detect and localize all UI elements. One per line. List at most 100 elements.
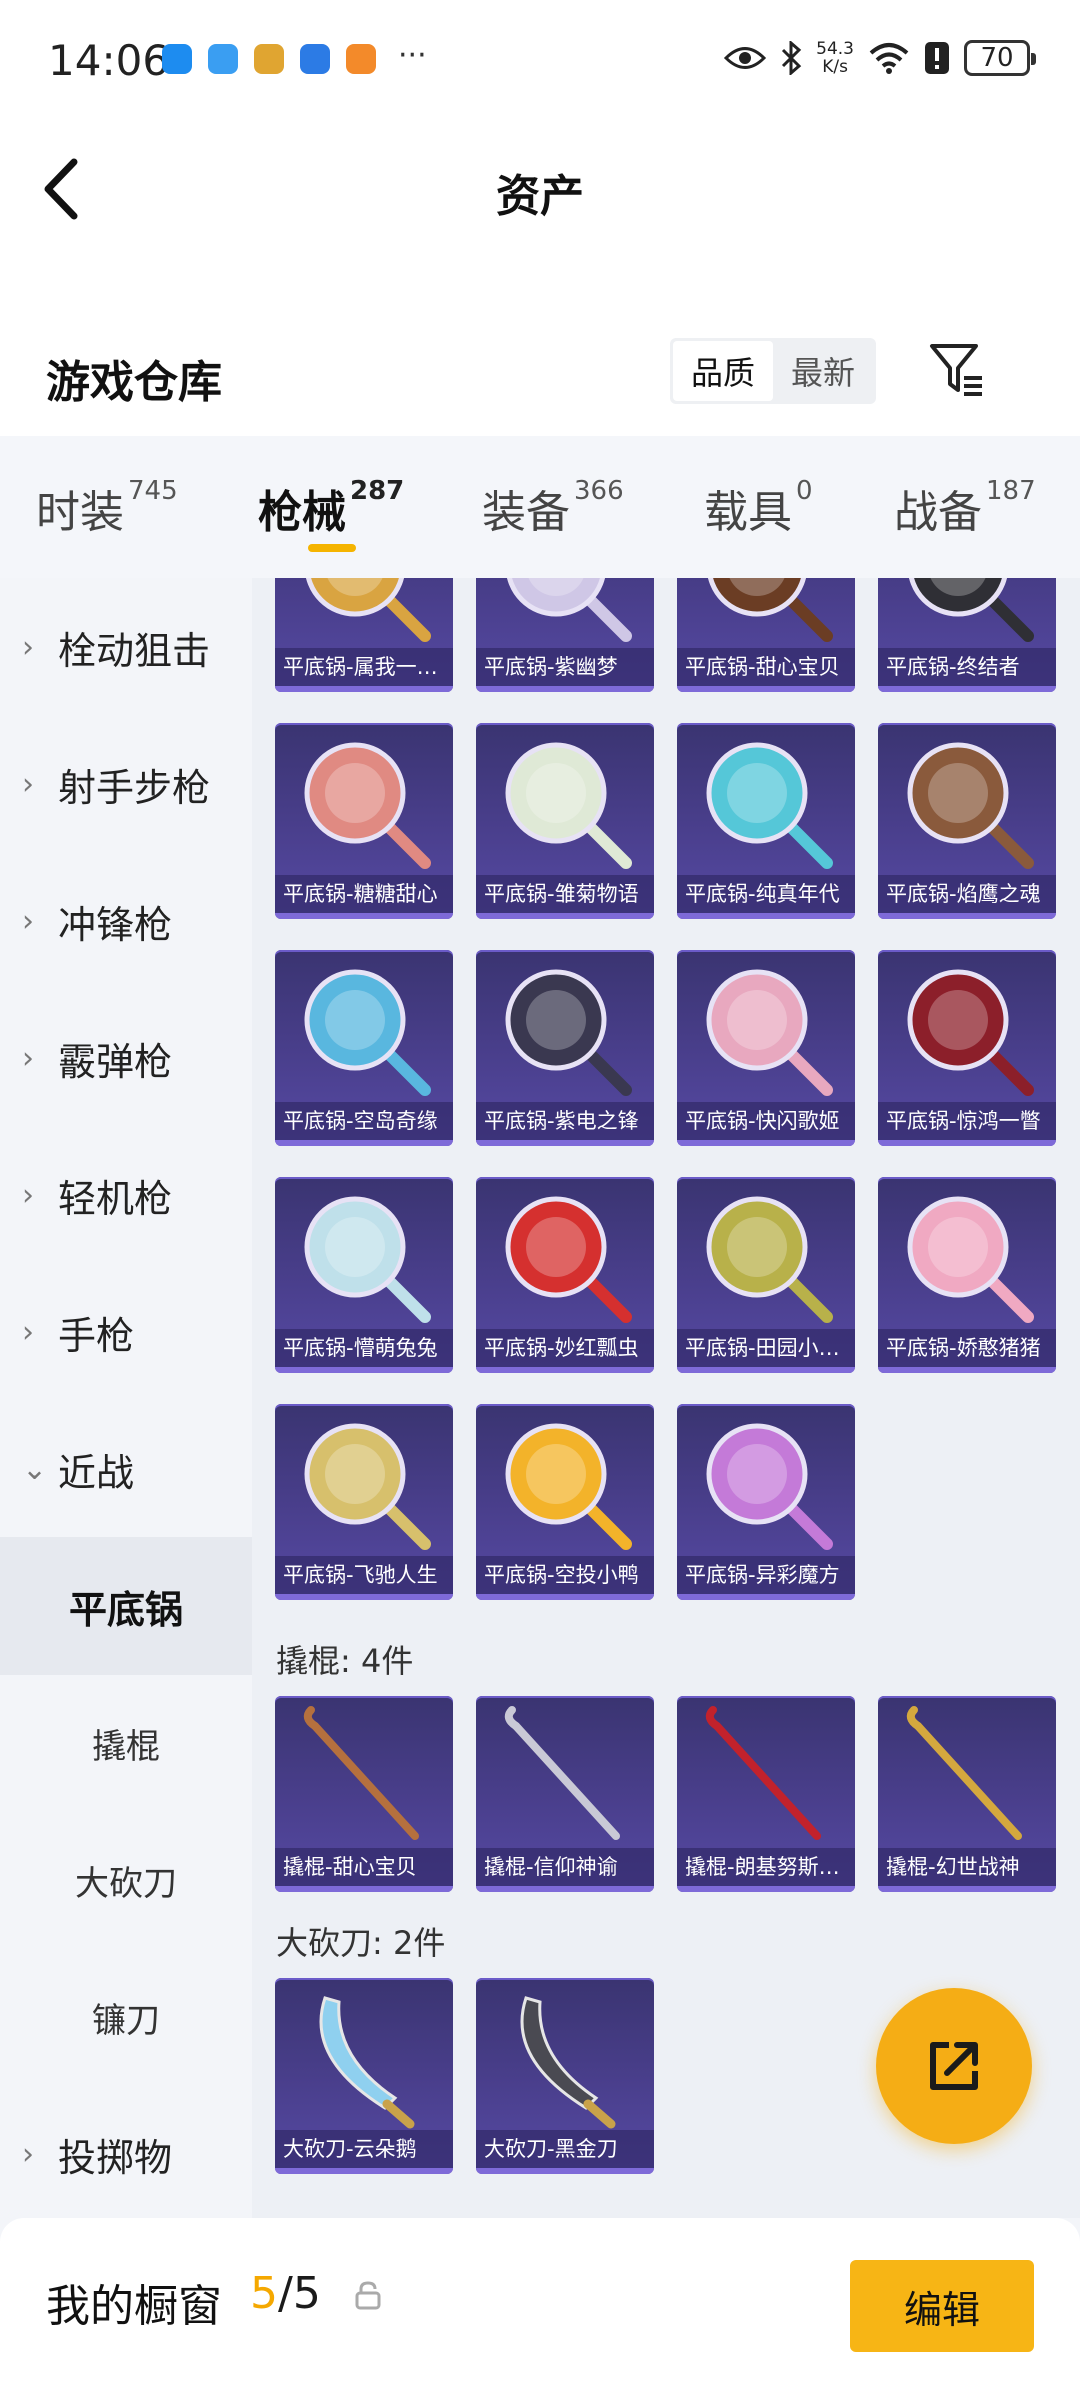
chevron-right-icon: › bbox=[22, 1177, 34, 1213]
item-card[interactable]: 平底锅-雏菊物语 bbox=[476, 723, 654, 919]
frying-pan-icon bbox=[706, 969, 833, 1096]
item-card[interactable]: 平底锅-糖糖甜心 bbox=[275, 723, 453, 919]
item-card-label: 平底锅-娇憨猪猪 bbox=[878, 1329, 1056, 1367]
item-card[interactable]: 撬棍-甜心宝贝 bbox=[275, 1696, 453, 1892]
frying-pan-icon bbox=[907, 742, 1034, 869]
item-card[interactable]: 平底锅-娇憨猪猪 bbox=[878, 1177, 1056, 1373]
sidebar-item-throwables[interactable]: › 投掷物 bbox=[0, 2085, 252, 2218]
item-card[interactable]: 平底锅-纯真年代 bbox=[677, 723, 855, 919]
item-card[interactable]: 平底锅-妙红瓢虫 bbox=[476, 1177, 654, 1373]
tab-vehicles[interactable]: 载具 0 bbox=[704, 476, 813, 540]
tab-supplies[interactable]: 战备 187 bbox=[894, 476, 1036, 540]
frying-pan-icon bbox=[908, 578, 1034, 642]
item-card[interactable]: 平底锅-终结者 bbox=[878, 578, 1056, 692]
filter-icon[interactable] bbox=[928, 340, 988, 400]
item-card-label: 撬棍-朗基努斯之枪 bbox=[677, 1848, 855, 1886]
frying-pan-icon bbox=[706, 1196, 833, 1323]
status-right: 54.3 K/s 70 bbox=[724, 40, 1036, 76]
item-card[interactable]: 平底锅-惊鸿一瞥 bbox=[878, 950, 1056, 1146]
item-card[interactable]: 撬棍-信仰神谕 bbox=[476, 1696, 654, 1892]
crowbar-icon bbox=[303, 1706, 419, 1840]
sidebar-item-smg[interactable]: › 冲锋枪 bbox=[0, 852, 252, 990]
item-card-label: 大砍刀-黑金刀 bbox=[476, 2130, 654, 2168]
item-card[interactable]: 平底锅-空岛奇缘 bbox=[275, 950, 453, 1146]
chevron-right-icon: › bbox=[22, 629, 34, 665]
item-card[interactable]: 撬棍-幻世战神 bbox=[878, 1696, 1056, 1892]
item-card[interactable]: 平底锅-空投小鸭 bbox=[476, 1404, 654, 1600]
bluetooth-app-icon bbox=[300, 44, 330, 74]
frying-pan-icon bbox=[706, 1423, 833, 1550]
weapon-category-sidebar: › 栓动狙击 › 射手步枪 › 冲锋枪 › 霰弹枪 › 轻机枪 › 手枪 ⌄ 近战 平底锅 撬… bbox=[0, 578, 252, 2218]
category-tabs: 时装 745 枪械 287 装备 366 载具 0 战备 187 bbox=[0, 436, 1080, 578]
item-card-label: 撬棍-信仰神谕 bbox=[476, 1848, 654, 1886]
item-card[interactable]: 平底锅-田园小雏菊 bbox=[677, 1177, 855, 1373]
frying-pan-icon bbox=[907, 969, 1034, 1096]
sort-quality-button[interactable]: 品质 bbox=[673, 341, 773, 401]
alert-icon bbox=[925, 42, 949, 74]
frying-pan-icon bbox=[505, 1196, 632, 1323]
tab-guns[interactable]: 枪械 287 bbox=[258, 476, 404, 540]
sidebar-sub-crowbar[interactable]: 撬棍 bbox=[0, 1674, 252, 1812]
battery-indicator: 70 bbox=[964, 40, 1036, 76]
tab-fashion[interactable]: 时装 745 bbox=[36, 476, 178, 540]
sidebar-item-marksman-rifle[interactable]: › 射手步枪 bbox=[0, 715, 252, 853]
frying-pan-icon bbox=[505, 1423, 632, 1550]
frying-pan-icon bbox=[505, 969, 632, 1096]
sidebar-sub-pan[interactable]: 平底锅 bbox=[0, 1537, 252, 1675]
sidebar-item-bolt-sniper[interactable]: › 栓动狙击 bbox=[0, 578, 252, 716]
sidebar-item-pistol[interactable]: › 手枪 bbox=[0, 1263, 252, 1401]
page-title: 资产 bbox=[496, 171, 584, 222]
item-card[interactable]: 平底锅-异彩魔方 bbox=[677, 1404, 855, 1600]
item-card-label: 平底锅-异彩魔方 bbox=[677, 1556, 855, 1594]
item-card[interactable]: 平底锅-属我一枝花 bbox=[275, 578, 453, 692]
item-card[interactable]: 平底锅-懵萌兔兔 bbox=[275, 1177, 453, 1373]
item-card-label: 平底锅-紫电之锋 bbox=[476, 1102, 654, 1140]
warehouse-title: 游戏仓库 bbox=[46, 357, 222, 408]
item-card-label: 平底锅-糖糖甜心 bbox=[275, 875, 453, 913]
item-card[interactable]: 平底锅-甜心宝贝 bbox=[677, 578, 855, 692]
chevron-right-icon: › bbox=[22, 2136, 34, 2172]
sidebar-sub-sickle[interactable]: 镰刀 bbox=[0, 1948, 252, 2086]
sort-newest-button[interactable]: 最新 bbox=[773, 341, 873, 401]
frying-pan-icon bbox=[907, 1196, 1034, 1323]
frying-pan-icon bbox=[706, 742, 833, 869]
item-card[interactable]: 平底锅-飞驰人生 bbox=[275, 1404, 453, 1600]
item-card-label: 平底锅-属我一枝花 bbox=[275, 648, 453, 686]
item-card[interactable]: 大砍刀-黑金刀 bbox=[476, 1978, 654, 2174]
item-card-label: 平底锅-妙红瓢虫 bbox=[476, 1329, 654, 1367]
chevron-right-icon: › bbox=[22, 1314, 34, 1350]
sidebar-sub-machete[interactable]: 大砍刀 bbox=[0, 1811, 252, 1949]
sidebar-item-melee[interactable]: ⌄ 近战 bbox=[0, 1400, 252, 1538]
item-card-label: 平底锅-纯真年代 bbox=[677, 875, 855, 913]
edit-button[interactable]: 编辑 bbox=[850, 2260, 1034, 2352]
chevron-right-icon: › bbox=[22, 1040, 34, 1076]
controller-app-icon bbox=[346, 44, 376, 74]
frying-pan-icon bbox=[305, 578, 431, 642]
tab-equipment[interactable]: 装备 366 bbox=[482, 476, 624, 540]
item-card-label: 平底锅-空岛奇缘 bbox=[275, 1102, 453, 1140]
frying-pan-icon bbox=[304, 742, 431, 869]
sidebar-item-lmg[interactable]: › 轻机枪 bbox=[0, 1126, 252, 1264]
item-grid: 撬棍: 4件 大砍刀: 2件 平底锅-属我一枝花 平底锅-紫幽梦 平底锅-甜心宝贝平… bbox=[252, 578, 1080, 2218]
showcase-title: 我的橱窗 bbox=[46, 2281, 222, 2332]
frying-pan-icon bbox=[707, 578, 833, 642]
sort-toggle: 品质 最新 bbox=[670, 338, 876, 404]
sidebar-item-shotgun[interactable]: › 霰弹枪 bbox=[0, 989, 252, 1127]
crowbar-icon bbox=[906, 1706, 1022, 1840]
more-notifications-icon: ··· bbox=[398, 38, 427, 73]
item-card[interactable]: 平底锅-紫电之锋 bbox=[476, 950, 654, 1146]
item-card-label: 平底锅-惊鸿一瞥 bbox=[878, 1102, 1056, 1140]
item-card[interactable]: 平底锅-焰鹰之魂 bbox=[878, 723, 1056, 919]
item-card[interactable]: 平底锅-快闪歌姬 bbox=[677, 950, 855, 1146]
showcase-count: 5/5 bbox=[250, 2268, 321, 2319]
item-card[interactable]: 撬棍-朗基努斯之枪 bbox=[677, 1696, 855, 1892]
item-card-label: 平底锅-懵萌兔兔 bbox=[275, 1329, 453, 1367]
frying-pan-icon bbox=[304, 1196, 431, 1323]
frying-pan-icon bbox=[304, 1423, 431, 1550]
bluetooth-icon bbox=[782, 41, 802, 75]
frying-pan-icon bbox=[506, 578, 632, 642]
share-button[interactable] bbox=[876, 1988, 1032, 2144]
showcase-bar: 我的橱窗 5/5 编辑 bbox=[0, 2218, 1080, 2382]
item-card[interactable]: 大砍刀-云朵鹅 bbox=[275, 1978, 453, 2174]
item-card[interactable]: 平底锅-紫幽梦 bbox=[476, 578, 654, 692]
